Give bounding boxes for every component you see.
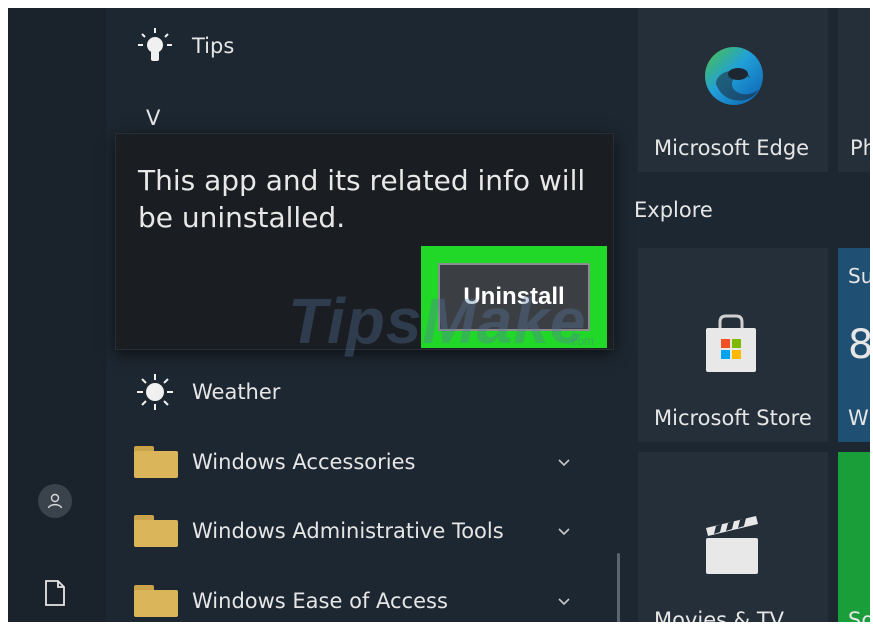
uninstall-button[interactable]: Uninstall — [438, 263, 590, 331]
tile-label: So — [848, 608, 870, 622]
dialog-message: This app and its related info will be un… — [138, 164, 586, 234]
user-avatar-icon[interactable] — [38, 484, 72, 518]
chevron-down-icon[interactable] — [556, 593, 572, 609]
tiles-area: Microsoft Edge Ph Explore Microsoft Stor… — [628, 8, 870, 622]
list-item-windows-ease-of-access[interactable]: Windows Ease of Access — [134, 581, 600, 621]
scrollbar[interactable] — [617, 553, 620, 622]
folder-icon — [134, 581, 182, 621]
list-item-weather[interactable]: Weather — [134, 372, 280, 412]
store-bag-icon — [706, 314, 756, 372]
tile-label: Microsoft Edge — [654, 136, 810, 160]
list-item-tips[interactable]: Tips — [134, 26, 234, 66]
tile-movies-tv[interactable]: Movies & TV — [638, 452, 828, 622]
tile-microsoft-store[interactable]: Microsoft Store — [638, 248, 828, 442]
tile-weather-partial[interactable]: Su 8 W — [838, 248, 870, 442]
weather-label: Weather — [192, 380, 281, 404]
folder-icon — [134, 511, 182, 551]
sun-icon — [134, 372, 182, 412]
tile-green-partial[interactable]: So — [838, 452, 870, 622]
folder-label: Windows Accessories — [192, 450, 416, 474]
chevron-down-icon[interactable] — [556, 454, 572, 470]
tile-text: Su — [848, 264, 870, 288]
list-item-windows-accessories[interactable]: Windows Accessories — [134, 442, 600, 482]
documents-icon[interactable] — [44, 580, 66, 610]
folder-icon — [134, 442, 182, 482]
tile-text: W — [848, 406, 869, 430]
tile-label: Microsoft Store — [654, 406, 812, 430]
start-left-rail — [8, 8, 106, 622]
list-item-windows-administrative-tools[interactable]: Windows Administrative Tools — [134, 511, 600, 551]
letter-header-v[interactable]: V — [146, 106, 160, 130]
tile-photos-partial[interactable]: Ph — [838, 8, 870, 172]
tile-microsoft-edge[interactable]: Microsoft Edge — [638, 8, 828, 172]
tile-label: Ph — [850, 136, 870, 160]
folder-label: Windows Ease of Access — [192, 589, 448, 613]
chevron-down-icon[interactable] — [556, 523, 572, 539]
lightbulb-icon — [134, 26, 182, 66]
folder-label: Windows Administrative Tools — [192, 519, 504, 543]
tips-label: Tips — [192, 34, 235, 58]
clapperboard-icon — [706, 516, 758, 574]
tile-label: Movies & TV — [654, 608, 785, 622]
start-menu: Tips V Weather Windows Accessories Windo… — [8, 8, 870, 622]
edge-icon — [705, 47, 763, 105]
watermark-suffix: .com — [568, 334, 595, 348]
tile-text: 8 — [848, 322, 870, 368]
explore-group-label[interactable]: Explore — [634, 198, 713, 222]
